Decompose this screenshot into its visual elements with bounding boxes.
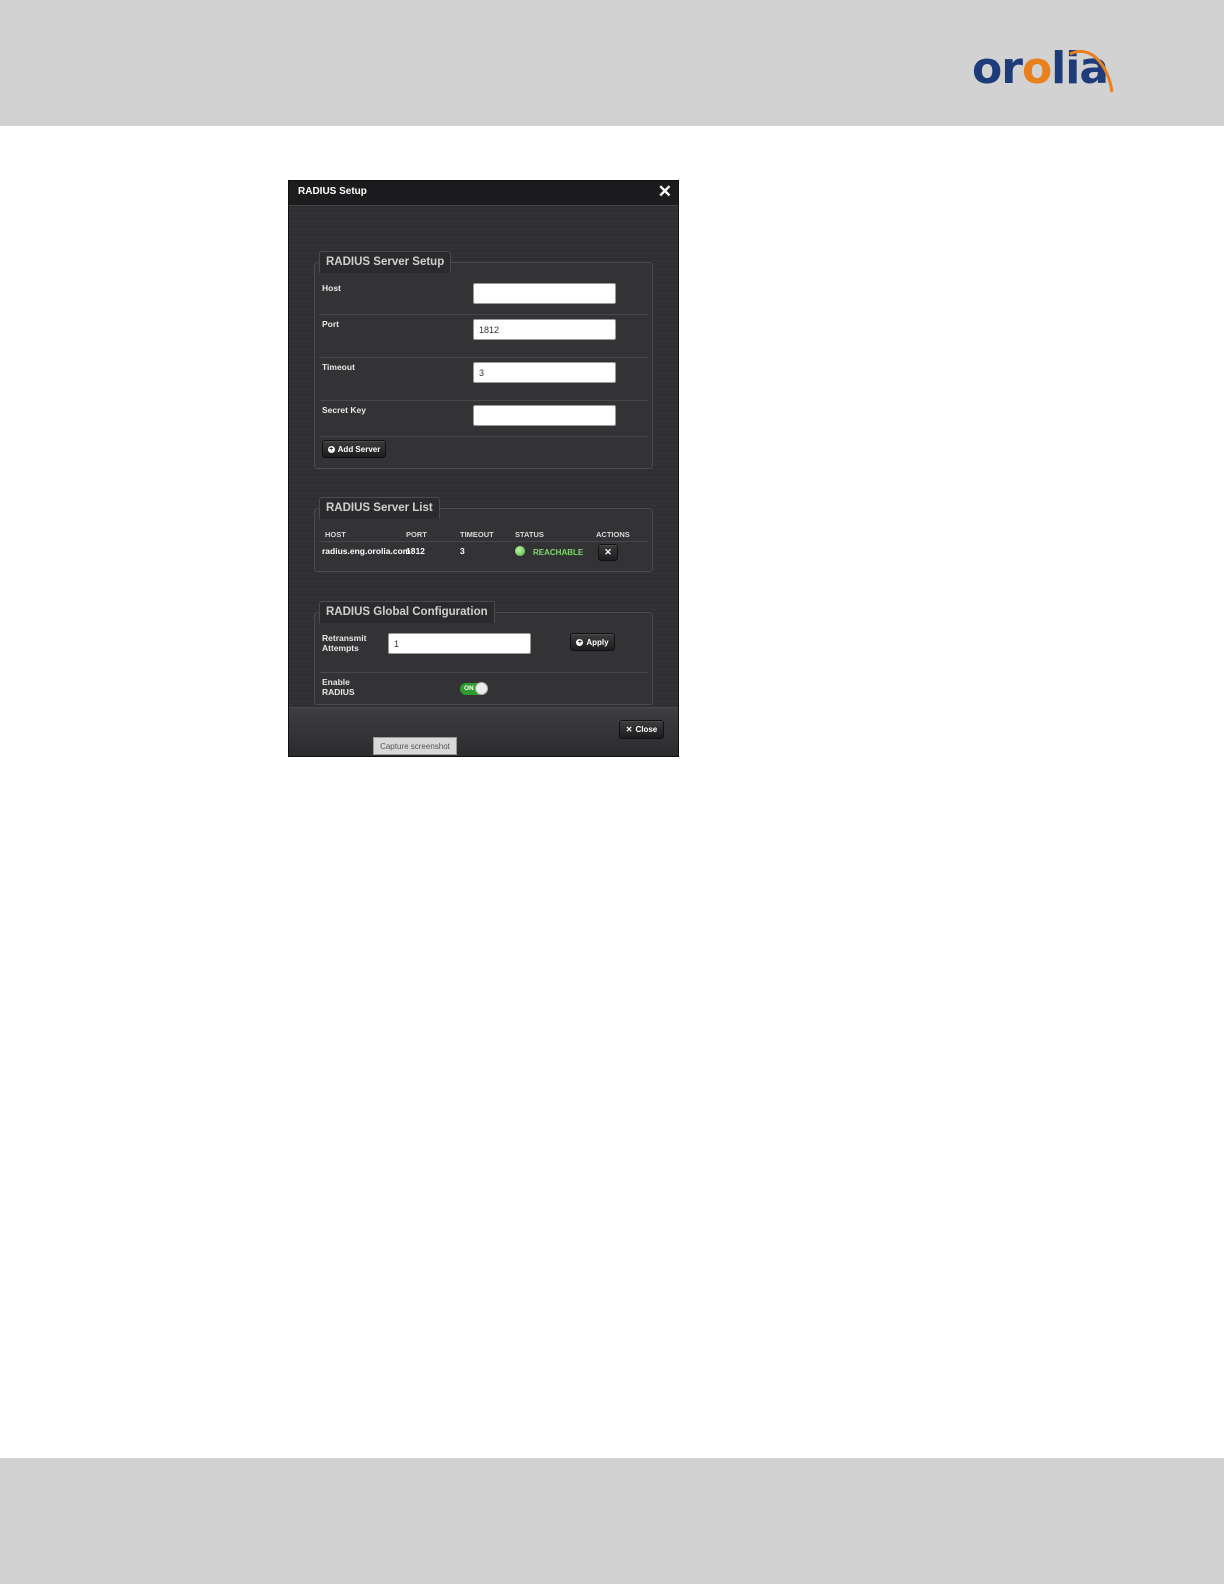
add-server-label: Add Server	[337, 444, 381, 454]
capture-screenshot-button[interactable]: Capture screenshot	[373, 737, 457, 755]
toggle-on-label: ON	[464, 685, 474, 692]
orolia-logo: orolia	[972, 42, 1122, 98]
radius-setup-modal: RADIUS Setup ✕ RADIUS Server Setup Host …	[288, 180, 679, 757]
close-x-icon: ✕	[625, 725, 633, 734]
close-button[interactable]: ✕ Close	[619, 720, 664, 739]
host-label: Host	[322, 283, 341, 293]
column-header-status: STATUS	[515, 530, 544, 539]
close-x-icon[interactable]: ✕	[658, 182, 672, 202]
modal-header: RADIUS Setup ✕	[289, 181, 678, 206]
server-port-cell: 1812	[406, 546, 425, 556]
server-setup-legend: RADIUS Server Setup	[319, 251, 452, 273]
apply-label: Apply	[586, 637, 609, 647]
timeout-input[interactable]	[473, 362, 616, 383]
column-header-port: PORT	[406, 530, 427, 539]
column-header-actions: ACTIONS	[596, 530, 630, 539]
server-setup-panel: RADIUS Server Setup Host Port Timeout Se…	[314, 251, 653, 469]
secret-key-label: Secret Key	[322, 405, 366, 415]
page-footer-band	[0, 1458, 1224, 1584]
modal-title: RADIUS Setup	[298, 186, 367, 197]
server-host-cell: radius.eng.orolia.com	[322, 546, 411, 556]
modal-body: RADIUS Server Setup Host Port Timeout Se…	[289, 206, 678, 706]
host-input[interactable]	[473, 283, 616, 304]
row-divider	[319, 357, 648, 358]
secret-key-input[interactable]	[473, 405, 616, 426]
timeout-label: Timeout	[322, 362, 355, 372]
row-divider	[319, 314, 648, 315]
global-config-panel: RADIUS Global Configuration Retransmit A…	[314, 601, 653, 705]
global-config-legend: RADIUS Global Configuration	[319, 601, 495, 623]
retransmit-attempts-input[interactable]	[388, 633, 531, 654]
plus-circle-icon: +	[327, 445, 335, 453]
server-timeout-cell: 3	[460, 546, 465, 556]
add-server-button[interactable]: + Add Server	[322, 440, 386, 458]
enable-radius-label: Enable RADIUS	[322, 677, 355, 697]
server-list-panel: RADIUS Server List HOST PORT TIMEOUT STA…	[314, 497, 653, 572]
page-header-band: orolia	[0, 0, 1224, 126]
server-status-cell: REACHABLE	[533, 548, 584, 557]
row-divider	[319, 672, 648, 673]
logo-swoosh-icon	[1069, 50, 1114, 93]
status-reachable-icon	[515, 546, 525, 556]
row-divider	[319, 436, 648, 437]
port-input[interactable]	[473, 319, 616, 340]
plus-circle-icon: +	[576, 638, 584, 646]
toggle-knob	[475, 682, 488, 695]
apply-button[interactable]: + Apply	[570, 633, 615, 651]
retransmit-attempts-label: Retransmit Attempts	[322, 633, 367, 653]
header-divider	[319, 541, 648, 542]
column-header-host: HOST	[325, 530, 346, 539]
column-header-timeout: TIMEOUT	[460, 530, 494, 539]
row-divider	[319, 400, 648, 401]
port-label: Port	[322, 319, 339, 329]
delete-x-icon: ✕	[604, 547, 612, 557]
server-list-legend: RADIUS Server List	[319, 497, 440, 519]
close-label: Close	[635, 725, 658, 734]
enable-radius-toggle[interactable]: ON	[460, 682, 488, 695]
delete-server-button[interactable]: ✕	[598, 544, 618, 561]
modal-footer: ✕ Close Capture screenshot	[289, 707, 678, 756]
